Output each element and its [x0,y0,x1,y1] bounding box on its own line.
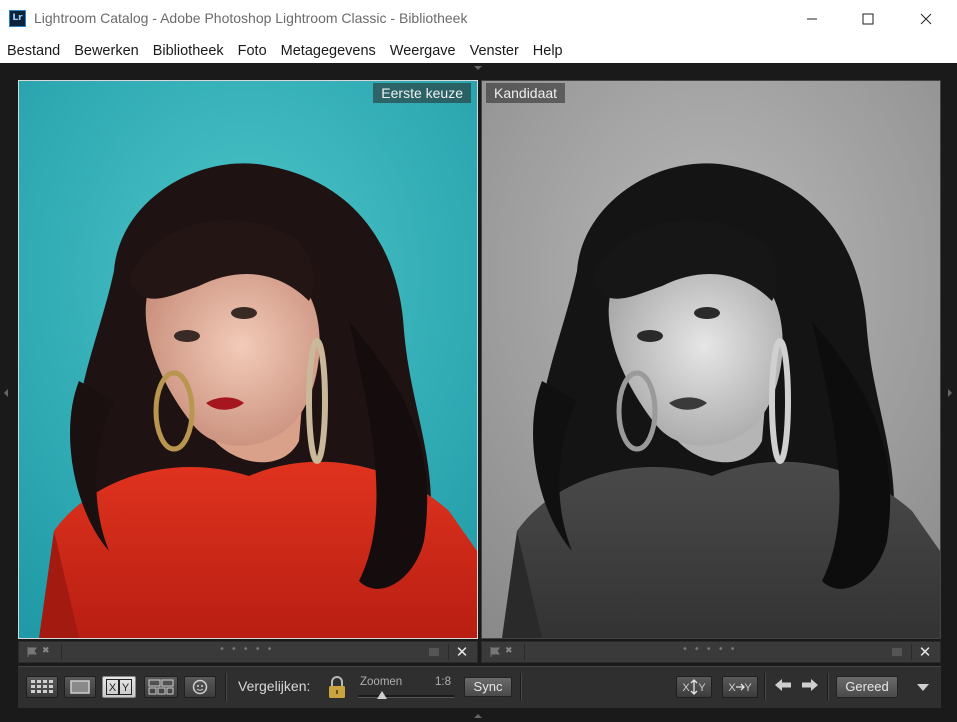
strip-divider [911,644,912,660]
svg-text:Y: Y [744,682,752,694]
menu-weergave[interactable]: Weergave [383,43,463,59]
people-view-button[interactable] [184,676,216,698]
window-title: Lightroom Catalog - Adobe Photoshop Ligh… [34,10,468,26]
menu-bestand[interactable]: Bestand [0,43,67,59]
candidate-info-strip: ✖ ••••• ✕ [481,641,941,663]
select-label: Eerste keuze [373,83,471,103]
compare-toolbar: X Y Vergelijken: Zoomen 1:8 Sync X Y X Y… [18,666,941,708]
sync-button[interactable]: Sync [464,677,512,697]
rating-stars-icon[interactable]: ••••• [219,644,279,655]
title-bar: Lr Lightroom Catalog - Adobe Photoshop L… [0,0,957,38]
lightroom-app-icon: Lr [9,10,26,27]
arrow-left-icon [775,679,791,691]
select-photo-pane[interactable]: Eerste keuze [18,80,478,639]
svg-text:Y: Y [122,682,130,694]
toolbar-divider [225,673,227,701]
menu-bar: Bestand Bewerken Bibliotheek Foto Metage… [0,38,957,63]
maximize-icon [862,13,874,25]
menu-bewerken[interactable]: Bewerken [67,43,145,59]
compare-label: Vergelijken: [238,678,311,694]
arrow-right-icon [802,679,818,691]
svg-text:X: X [682,682,690,694]
svg-text:X: X [109,682,117,694]
menu-venster[interactable]: Venster [463,43,526,59]
candidate-photo [482,81,940,638]
survey-view-button[interactable] [144,676,178,698]
close-window-button[interactable] [903,0,949,38]
svg-text:X: X [728,682,736,694]
toolbar-divider [764,673,766,701]
close-select-button[interactable]: ✕ [453,643,471,661]
reject-flag-icon[interactable]: ✖ [505,646,515,656]
left-panel-toggle[interactable] [4,389,8,397]
done-button[interactable]: Gereed [836,676,898,698]
next-photo-button[interactable] [800,677,820,697]
strip-divider [448,644,449,660]
top-panel-toggle[interactable] [474,66,482,70]
select-photo [19,81,477,638]
flag-icon[interactable] [27,647,37,657]
compare-view-icon: X Y [106,679,132,695]
menu-metagegevens[interactable]: Metagegevens [274,43,383,59]
reject-flag-icon[interactable]: ✖ [42,646,52,656]
menu-bibliotheek[interactable]: Bibliotheek [146,43,231,59]
menu-help[interactable]: Help [526,43,570,59]
toolbar-divider [827,673,829,701]
menu-foto[interactable]: Foto [231,43,274,59]
bottom-panel-toggle[interactable] [474,714,482,718]
strip-divider [61,644,62,660]
flag-icon[interactable] [490,647,500,657]
swap-button[interactable]: X Y [676,676,712,698]
loupe-view-button[interactable] [64,676,96,698]
candidate-photo-pane[interactable]: Kandidaat [481,80,941,639]
make-select-button[interactable]: X Y [722,676,758,698]
maximize-button[interactable] [845,0,891,38]
select-info-strip: ✖ ••••• ✕ [18,641,478,663]
right-panel-toggle[interactable] [948,389,952,397]
rating-stars-icon[interactable]: ••••• [682,644,742,655]
zoom-slider-thumb[interactable] [377,691,387,699]
close-icon [920,13,932,25]
loupe-view-icon [70,680,90,694]
color-label-icon[interactable] [892,648,902,656]
minimize-icon [807,18,817,20]
svg-text:Y: Y [698,682,706,694]
close-candidate-button[interactable]: ✕ [916,643,934,661]
minimize-button[interactable] [789,0,835,38]
color-label-icon[interactable] [429,648,439,656]
zoom-value: 1:8 [435,676,451,688]
compare-view-button[interactable]: X Y [102,676,136,698]
zoom-slider-track[interactable] [358,695,454,698]
lock-icon[interactable] [327,675,347,699]
zoom-label: Zoomen [360,676,403,688]
previous-photo-button[interactable] [773,677,793,697]
grid-view-button[interactable] [26,676,58,698]
swap-icon: X Y [682,679,706,695]
people-view-icon [192,679,208,695]
toolbar-divider [520,673,522,701]
survey-view-icon [148,679,174,695]
candidate-label: Kandidaat [486,83,566,103]
grid-view-icon [31,680,53,693]
strip-divider [524,644,525,660]
make-select-icon: X Y [728,682,752,694]
toolbar-options-chevron-icon[interactable] [917,684,929,691]
